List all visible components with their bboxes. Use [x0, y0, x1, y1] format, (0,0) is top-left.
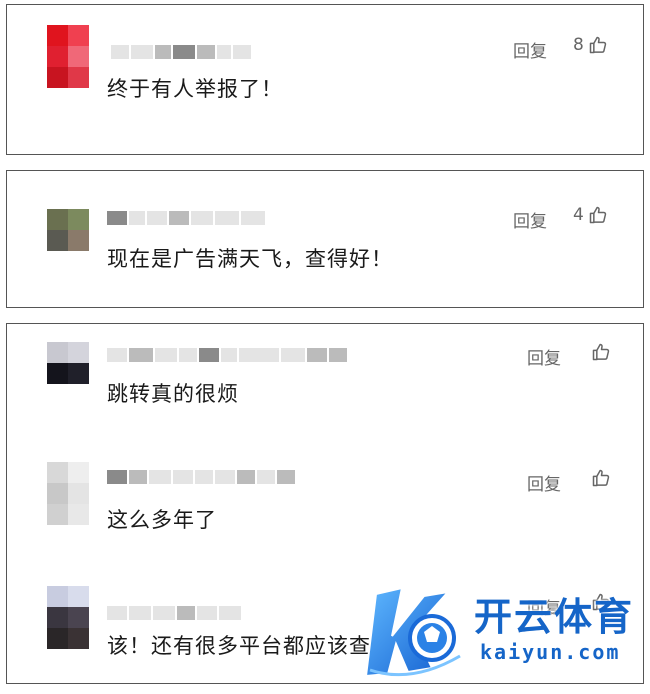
like-button[interactable]	[591, 342, 611, 362]
like-count: 8	[573, 35, 584, 55]
avatar-pixel	[47, 483, 68, 504]
comment-text: 跳转真的很烦	[107, 382, 239, 406]
comment-text: 现在是广告满天飞，查得好！	[107, 247, 393, 271]
watermark: 开云体育 kaiyun.com	[362, 572, 642, 684]
avatar[interactable]	[47, 462, 89, 525]
like-count: 4	[573, 205, 584, 225]
watermark-title: 开云体育	[474, 595, 635, 639]
comment-item: 现在是广告满天飞，查得好！ 回复 4	[7, 171, 643, 291]
like-button[interactable]: 4	[573, 205, 608, 225]
avatar-pixel	[68, 25, 89, 46]
avatar-pixel	[68, 67, 89, 88]
reply-button[interactable]: 回复	[513, 37, 547, 62]
avatar-pixel	[47, 607, 68, 628]
brand-logo-icon	[364, 586, 461, 678]
comment-item: 跳转真的很烦 回复	[7, 324, 643, 444]
thumbs-up-icon	[589, 36, 607, 54]
avatar-pixel	[47, 230, 68, 251]
thumbs-up-icon	[592, 469, 610, 487]
avatar-pixel	[47, 342, 68, 363]
avatar-pixel	[68, 363, 89, 384]
username-blurred	[111, 43, 251, 61]
username-blurred	[107, 604, 241, 622]
like-button[interactable]: 8	[573, 35, 608, 55]
avatar-pixel	[47, 504, 68, 525]
avatar-pixel	[68, 628, 89, 649]
like-button[interactable]	[591, 468, 611, 488]
avatar[interactable]	[47, 586, 89, 649]
comment-card: 终于有人举报了！ 回复 8	[6, 4, 644, 155]
thumbs-up-icon	[592, 343, 610, 361]
avatar-pixel	[68, 504, 89, 525]
avatar-pixel	[68, 230, 89, 251]
avatar[interactable]	[47, 342, 89, 384]
avatar-pixel	[68, 462, 89, 483]
avatar-pixel	[68, 586, 89, 607]
avatar[interactable]	[47, 209, 89, 251]
username-blurred	[107, 346, 347, 364]
avatar-pixel	[47, 46, 68, 67]
avatar-pixel	[47, 67, 68, 88]
reply-button[interactable]: 回复	[527, 344, 561, 369]
username-blurred	[107, 468, 295, 486]
avatar-pixel	[47, 628, 68, 649]
avatar-pixel	[68, 209, 89, 230]
avatar-pixel	[47, 363, 68, 384]
avatar-pixel	[68, 607, 89, 628]
avatar-pixel	[68, 483, 89, 504]
avatar-pixel	[47, 586, 68, 607]
reply-button[interactable]: 回复	[527, 470, 561, 495]
reply-button[interactable]: 回复	[513, 207, 547, 232]
comment-card: 现在是广告满天飞，查得好！ 回复 4	[6, 170, 644, 308]
comment-item: 这么多年了 回复	[7, 448, 643, 568]
watermark-url: kaiyun.com	[480, 640, 621, 664]
avatar-pixel	[68, 46, 89, 67]
username-blurred	[107, 209, 265, 227]
thumbs-up-icon	[589, 206, 607, 224]
avatar-pixel	[47, 209, 68, 230]
avatar-pixel	[47, 462, 68, 483]
comment-text: 这么多年了	[107, 508, 217, 532]
avatar-pixel	[68, 342, 89, 363]
comment-text: 终于有人举报了！	[107, 77, 283, 101]
avatar-pixel	[47, 25, 68, 46]
avatar[interactable]	[47, 25, 89, 88]
comment-item: 终于有人举报了！ 回复 8	[7, 5, 643, 125]
